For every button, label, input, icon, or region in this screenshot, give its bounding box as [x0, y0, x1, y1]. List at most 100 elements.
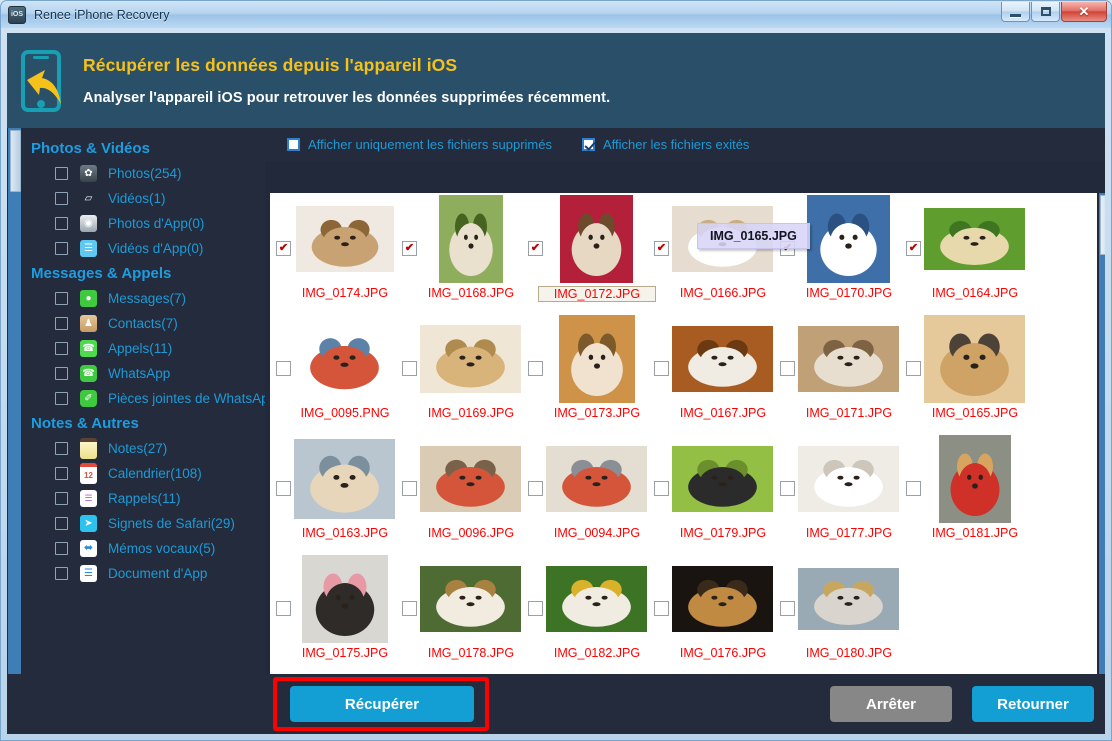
- thumbnail-checkbox[interactable]: ✔: [276, 241, 291, 256]
- thumbnail-image[interactable]: [672, 566, 773, 632]
- thumbnail-image[interactable]: [295, 206, 394, 272]
- thumbnail-checkbox[interactable]: [402, 481, 417, 496]
- thumbnail-frame[interactable]: [546, 315, 647, 403]
- sidebar-item-checkbox[interactable]: [55, 167, 68, 180]
- thumbnail-frame[interactable]: [546, 555, 647, 643]
- sidebar-item-checkbox[interactable]: [55, 392, 68, 405]
- gallery-item[interactable]: IMG_0176.JPG: [648, 553, 774, 673]
- gallery-item[interactable]: IMG_0165.JPG: [900, 313, 1026, 433]
- sidebar-item-checkbox[interactable]: [55, 242, 68, 255]
- gallery-item[interactable]: IMG_0181.JPG: [900, 433, 1026, 553]
- thumbnail-image[interactable]: [924, 208, 1025, 270]
- thumbnail-checkbox[interactable]: [906, 481, 921, 496]
- gallery-item[interactable]: IMG_0094.JPG: [522, 433, 648, 553]
- thumbnail-checkbox[interactable]: [276, 601, 291, 616]
- thumbnail-frame[interactable]: [924, 195, 1025, 283]
- gallery-item[interactable]: ✔IMG_0170.JPG: [774, 193, 900, 313]
- filter-option[interactable]: Afficher les fichiers exités: [582, 137, 749, 152]
- gallery-item[interactable]: IMG_0179.JPG: [648, 433, 774, 553]
- thumbnail-image[interactable]: [546, 446, 647, 512]
- thumbnail-frame[interactable]: [672, 435, 773, 523]
- thumbnail-image[interactable]: [798, 326, 899, 392]
- thumbnail-frame[interactable]: [546, 195, 647, 283]
- thumbnail-image[interactable]: [560, 195, 633, 283]
- thumbnail-checkbox[interactable]: [276, 361, 291, 376]
- thumbnail-frame[interactable]: [294, 195, 395, 283]
- return-button[interactable]: Retourner: [972, 686, 1094, 722]
- maximize-button[interactable]: [1031, 2, 1060, 22]
- thumbnail-frame[interactable]: [546, 435, 647, 523]
- sidebar-item-checkbox[interactable]: [55, 367, 68, 380]
- thumbnail-image[interactable]: [798, 446, 899, 512]
- gallery-item[interactable]: IMG_0096.JPG: [396, 433, 522, 553]
- thumbnail-checkbox[interactable]: [402, 361, 417, 376]
- thumbnail-checkbox[interactable]: [276, 481, 291, 496]
- recover-button[interactable]: Récupérer: [290, 686, 474, 722]
- thumbnail-checkbox[interactable]: [906, 361, 921, 376]
- sidebar-item-checkbox[interactable]: [55, 467, 68, 480]
- gallery-item[interactable]: ✔ IMG_0168.JPG: [396, 193, 522, 313]
- thumbnail-image[interactable]: [294, 323, 395, 395]
- sidebar-item[interactable]: ☎ Appels(11): [23, 336, 265, 361]
- thumbnail-frame[interactable]: [420, 195, 521, 283]
- thumbnail-image[interactable]: [938, 435, 1011, 523]
- thumbnail-checkbox[interactable]: [402, 601, 417, 616]
- gallery-item[interactable]: ✔ IMG_0164.JPG: [900, 193, 1026, 313]
- sidebar-scroll-thumb[interactable]: [10, 130, 21, 192]
- thumbnail-checkbox[interactable]: [780, 481, 795, 496]
- sidebar-item[interactable]: ◉ Photos d'App(0): [23, 211, 265, 236]
- gallery-item[interactable]: ✔ IMG_0174.JPG: [270, 193, 396, 313]
- sidebar-item-checkbox[interactable]: [55, 317, 68, 330]
- sidebar-item[interactable]: ☰ Document d'App: [23, 561, 265, 586]
- thumbnail-frame[interactable]: [420, 315, 521, 403]
- gallery-item[interactable]: IMG_0173.JPG: [522, 313, 648, 433]
- thumbnail-checkbox[interactable]: [528, 481, 543, 496]
- thumbnail-image[interactable]: [558, 315, 635, 403]
- gallery-item[interactable]: IMG_0171.JPG: [774, 313, 900, 433]
- sidebar-item[interactable]: ☰ Vidéos d'App(0): [23, 236, 265, 261]
- sidebar-item[interactable]: ☰ Rappels(11): [23, 486, 265, 511]
- gallery-item[interactable]: IMG_0169.JPG: [396, 313, 522, 433]
- sidebar-item-checkbox[interactable]: [55, 217, 68, 230]
- sidebar-item[interactable]: ✐ Pièces jointes de WhatsApp: [23, 386, 265, 411]
- sidebar-item-checkbox[interactable]: [55, 292, 68, 305]
- thumbnail-checkbox[interactable]: [654, 601, 669, 616]
- sidebar-item-checkbox[interactable]: [55, 517, 68, 530]
- sidebar-item[interactable]: Notes(27): [23, 436, 265, 461]
- gallery-item[interactable]: IMG_0175.JPG: [270, 553, 396, 673]
- thumbnail-frame[interactable]: [294, 315, 395, 403]
- filter-checkbox[interactable]: [287, 138, 300, 151]
- sidebar-item[interactable]: ✿ Photos(254): [23, 161, 265, 186]
- thumbnail-checkbox[interactable]: ✔: [654, 241, 669, 256]
- gallery-item[interactable]: IMG_0182.JPG: [522, 553, 648, 673]
- thumbnail-checkbox[interactable]: [528, 361, 543, 376]
- thumbnail-checkbox[interactable]: ✔: [528, 241, 543, 256]
- thumbnail-image[interactable]: [294, 439, 395, 519]
- thumbnail-frame[interactable]: [420, 435, 521, 523]
- sidebar-item[interactable]: ➤ Signets de Safari(29): [23, 511, 265, 536]
- thumbnail-frame[interactable]: [798, 435, 899, 523]
- thumbnail-frame[interactable]: [294, 555, 395, 643]
- thumbnail-frame[interactable]: [924, 315, 1025, 403]
- thumbnail-frame[interactable]: [420, 555, 521, 643]
- gallery-item[interactable]: IMG_0178.JPG: [396, 553, 522, 673]
- thumbnail-checkbox[interactable]: [654, 361, 669, 376]
- thumbnail-frame[interactable]: [924, 435, 1025, 523]
- thumbnail-frame[interactable]: [798, 555, 899, 643]
- thumbnail-checkbox[interactable]: [528, 601, 543, 616]
- thumbnail-frame[interactable]: [798, 195, 899, 283]
- thumbnail-image[interactable]: [807, 195, 890, 283]
- sidebar-item-checkbox[interactable]: [55, 192, 68, 205]
- thumbnail-gallery[interactable]: ✔ IMG_0174.JPG ✔ IMG_0168.JPG ✔ IMG_0172.JPG ✔…: [270, 193, 1097, 703]
- sidebar-item[interactable]: ▱ Vidéos(1): [23, 186, 265, 211]
- gallery-item[interactable]: IMG_0167.JPG: [648, 313, 774, 433]
- gallery-item[interactable]: ✔ IMG_0172.JPG: [522, 193, 656, 313]
- sidebar-item-checkbox[interactable]: [55, 442, 68, 455]
- filter-checkbox[interactable]: [582, 138, 595, 151]
- thumbnail-frame[interactable]: [798, 315, 899, 403]
- thumbnail-image[interactable]: [420, 566, 521, 632]
- thumbnail-checkbox[interactable]: [780, 601, 795, 616]
- sidebar-item[interactable]: ☎ WhatsApp: [23, 361, 265, 386]
- sidebar-item[interactable]: ● Messages(7): [23, 286, 265, 311]
- thumbnail-image[interactable]: [438, 195, 503, 283]
